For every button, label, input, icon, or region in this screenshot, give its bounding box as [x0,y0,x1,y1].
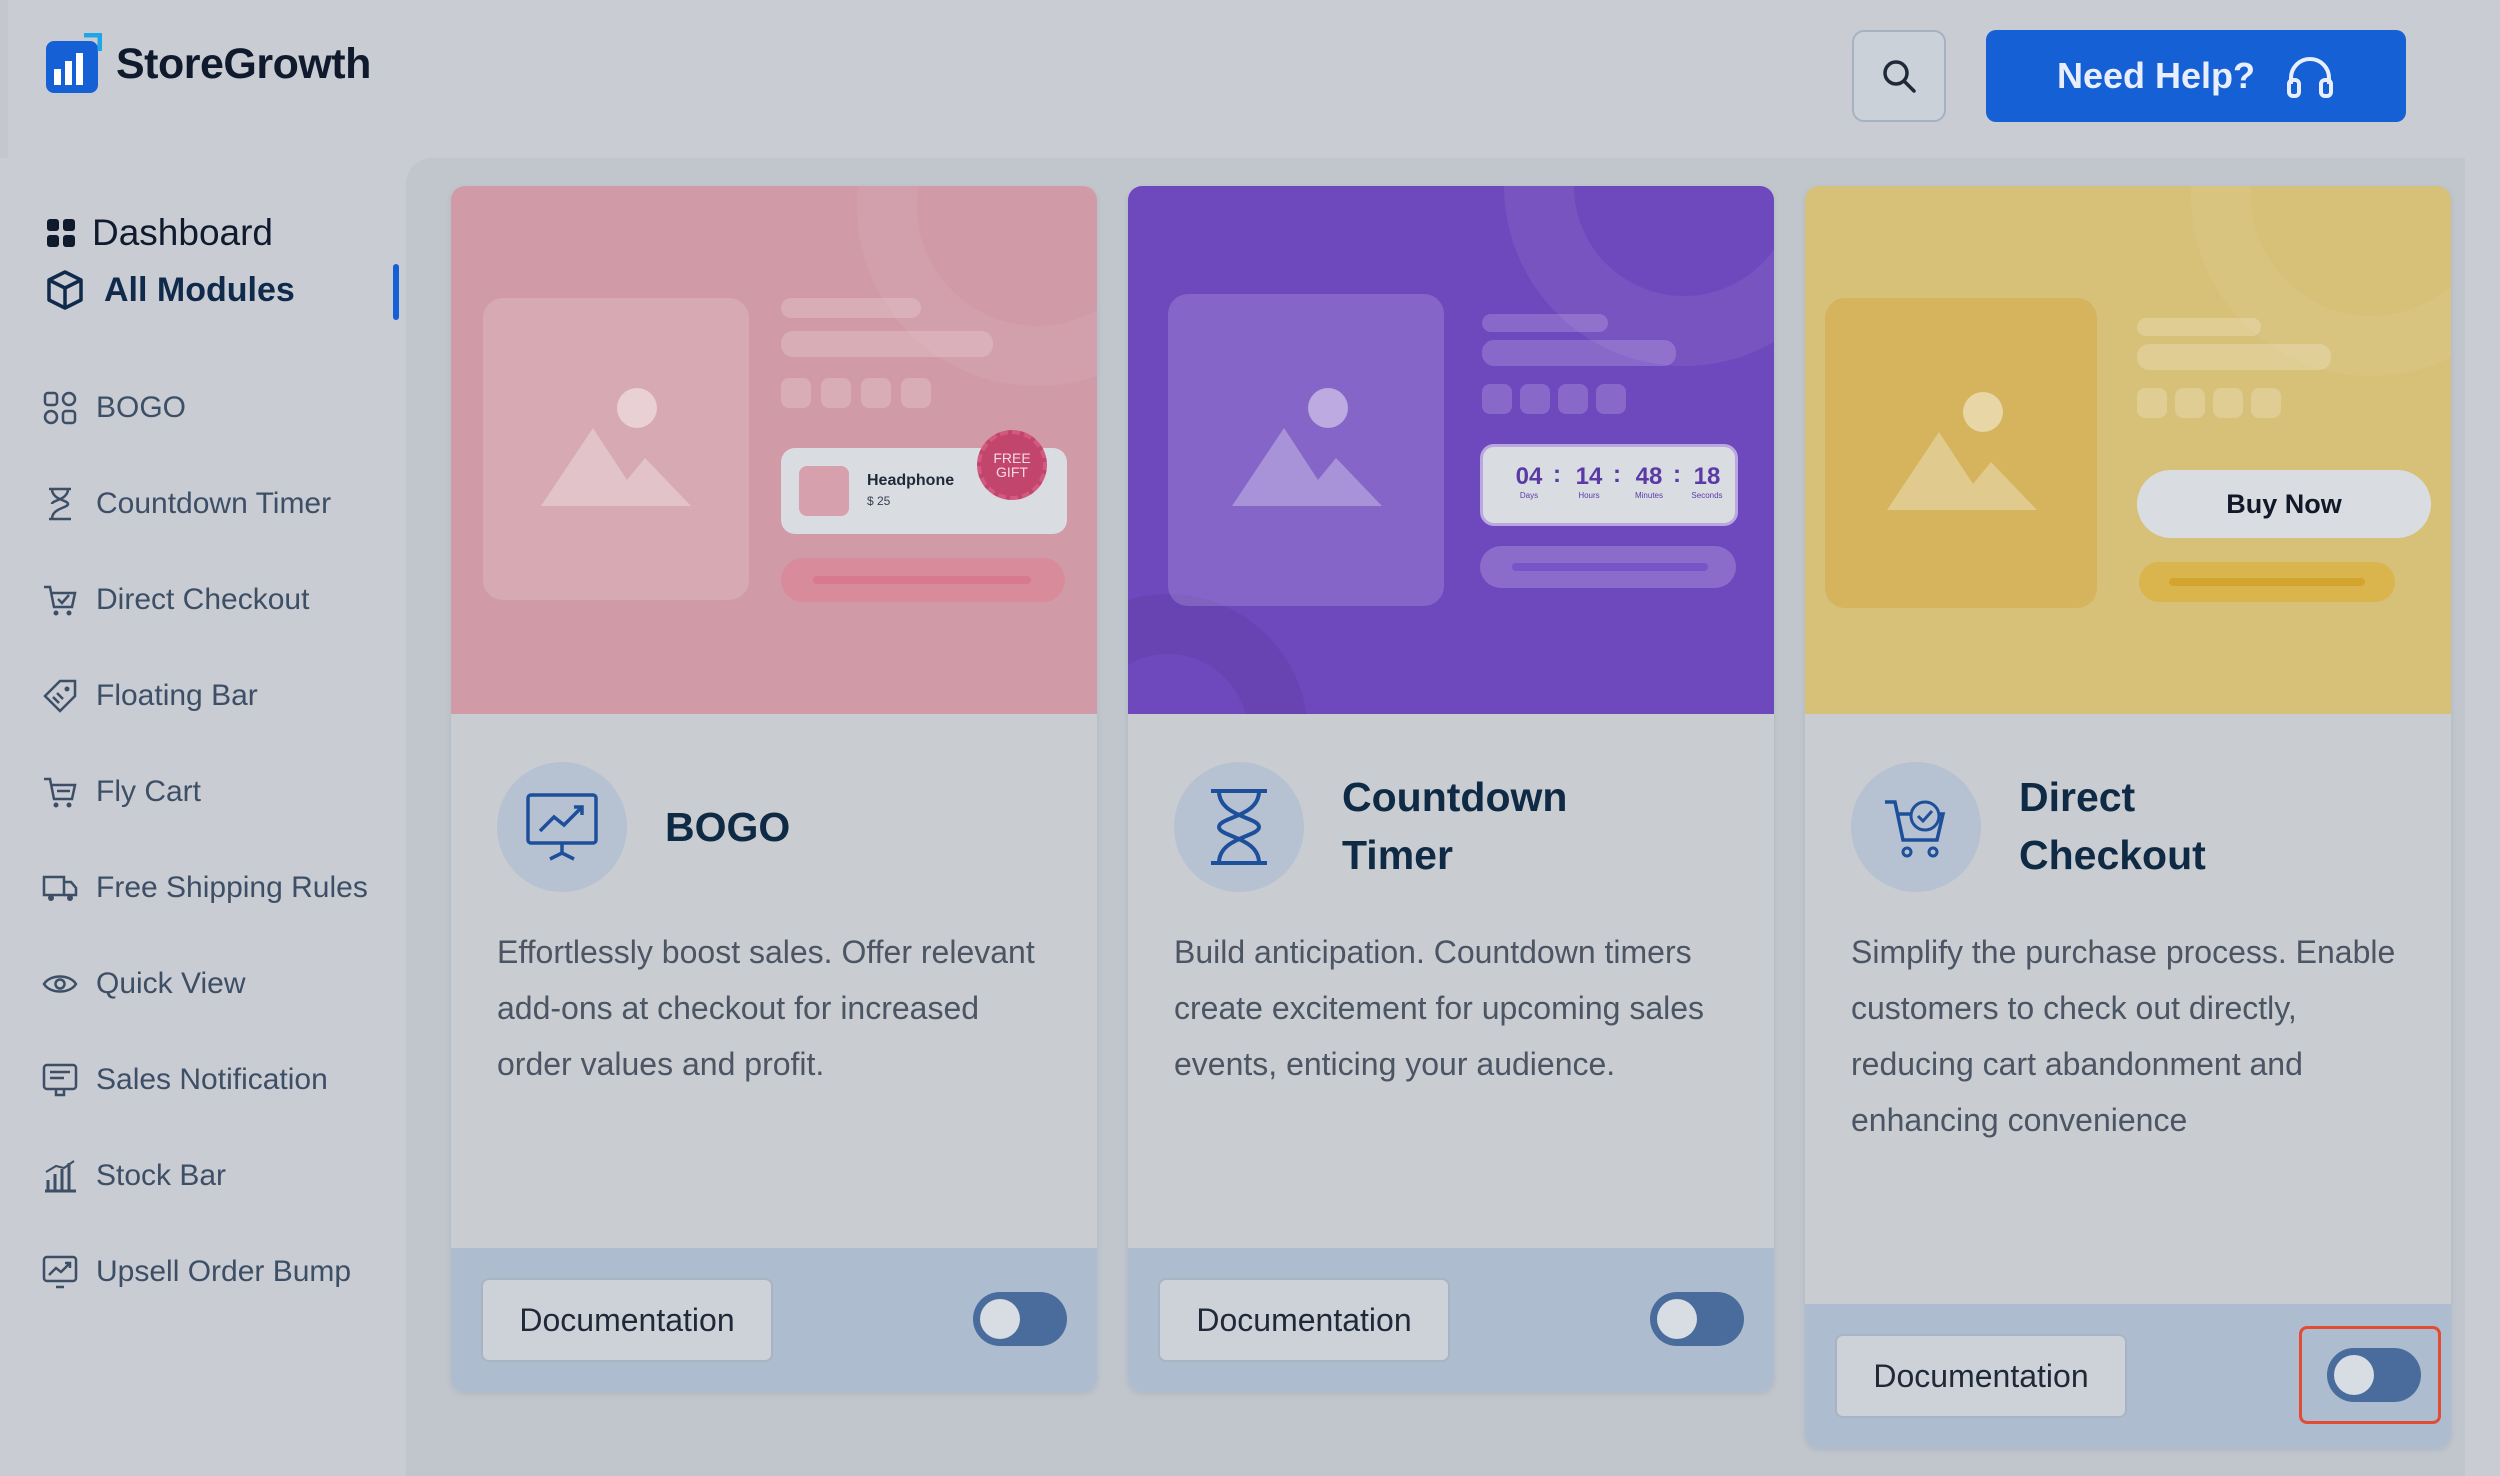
brand-logo[interactable]: StoreGrowth [44,33,371,95]
module-toggle[interactable] [2327,1348,2421,1402]
countdown-hours: 14 Hours [1575,463,1603,500]
hourglass-icon [49,487,71,521]
sidebar-item-label: Fly Cart [96,775,201,808]
sidebar-item-label: Floating Bar [96,679,258,712]
sidebar-item-label: Upsell Order Bump [96,1255,352,1288]
countdown-days: 04 Days [1515,463,1543,500]
image-placeholder [1825,298,2097,608]
documentation-button[interactable]: Documentation [481,1278,773,1362]
nav-all-modules-label: All Modules [104,270,295,309]
documentation-button[interactable]: Documentation [1835,1334,2127,1418]
sidebar-item-stock-bar[interactable]: Stock Bar [42,1158,226,1194]
tag-icon [43,679,77,713]
cube-icon [47,270,83,310]
sidebar-item-label: Free Shipping Rules [96,871,368,904]
module-card-direct-checkout: Buy Now Direct Checkout Simplify the pur… [1805,186,2451,1448]
card-body: Countdown Timer Build anticipation. Coun… [1128,714,1774,1392]
cart-check-icon [1885,800,1946,858]
card-title: Direct Checkout [2019,774,2206,878]
need-help-button[interactable]: Need Help? [1986,30,2406,122]
sidebar-item-label: Sales Notification [96,1063,328,1096]
sidebar-item-countdown-timer[interactable]: Countdown Timer [42,486,331,522]
card-description: Build anticipation. Countdown timers cre… [1174,934,1705,1082]
image-placeholder [483,298,749,600]
sidebar-item-floating-bar[interactable]: Floating Bar [42,678,258,714]
active-indicator [393,264,399,320]
sidebar-item-free-shipping-rules[interactable]: Free Shipping Rules [42,870,368,906]
brand-name: StoreGrowth [116,39,371,88]
search-icon [1883,60,1916,93]
buy-now-button-illustration: Buy Now [2137,470,2431,538]
sidebar-item-quick-view[interactable]: Quick View [42,966,246,1002]
separator: : [1553,461,1561,488]
cart-check-icon [44,585,77,616]
card-body: BOGO Effortlessly boost sales. Offer rel… [451,714,1097,1392]
sidebar-item-direct-checkout[interactable]: Direct Checkout [42,582,309,618]
checkout-hero-illustration: Buy Now [1805,186,2451,714]
cart-icon [44,777,77,808]
nav-all-modules[interactable]: All Modules [46,270,295,310]
trend-icon [42,1255,78,1289]
separator: : [1613,461,1621,488]
nav-dashboard[interactable]: Dashboard [46,212,273,254]
sidebar-item-label: Countdown Timer [96,487,332,520]
toggle-knob [980,1299,1020,1339]
search-button[interactable] [1852,30,1946,122]
product-thumb [799,466,849,516]
separator: : [1673,461,1681,488]
dashboard-icon [47,219,75,247]
card-footer: Documentation [1805,1304,2451,1448]
image-placeholder [1168,294,1444,606]
countdown-seconds: 18 Seconds [1691,463,1723,500]
module-toggle[interactable] [973,1292,1067,1346]
need-help-label: Need Help? [2056,55,2256,96]
toggle-knob [2334,1355,2374,1395]
sidebar-item-fly-cart[interactable]: Fly Cart [42,774,201,810]
storegrowth-logo-icon [46,33,102,93]
toggle-knob [1657,1299,1697,1339]
bar-chart-icon [45,1160,76,1193]
hourglass-icon [1211,789,1267,865]
sidebar: Dashboard All Modules BOGO Countdown Tim… [0,158,405,1476]
sidebar-item-label: Quick View [96,967,246,1000]
card-icon-badge [497,762,627,892]
image-icon [541,388,691,506]
card-description: Simplify the purchase process. Enable cu… [1851,934,2396,1138]
module-card-bogo: Headphone $ 25 FREE GIFT BOGO Effortless… [451,186,1097,1392]
bogo-icon [43,391,77,425]
image-icon [1887,392,2037,510]
notification-icon [42,1063,78,1097]
card-icon-badge [1174,762,1304,892]
sidebar-item-label: Stock Bar [96,1159,227,1192]
sidebar-item-upsell-order-bump[interactable]: Upsell Order Bump [42,1254,351,1290]
module-card-countdown-timer: 04 Days : 14 Hours : 48 Minutes : 18 Seconds… [1128,186,1774,1392]
countdown-minutes: 48 Minutes [1634,463,1663,500]
sidebar-item-sales-notification[interactable]: Sales Notification [42,1062,328,1098]
card-footer: Documentation [1128,1248,1774,1392]
image-icon [1232,388,1382,506]
truck-icon [42,875,78,901]
presentation-chart-icon [526,793,598,861]
card-footer: Documentation [451,1248,1097,1392]
product-price: $ 25 [867,494,891,508]
free-gift-badge: FREE GIFT [977,430,1047,500]
module-toggle[interactable] [1650,1292,1744,1346]
countdown-widget: 04 Days : 14 Hours : 48 Minutes : 18 Seconds [1480,444,1738,526]
nav-dashboard-label: Dashboard [92,212,274,253]
product-name: Headphone [867,472,955,489]
card-title: BOGO [665,804,791,850]
countdown-hero-illustration: 04 Days : 14 Hours : 48 Minutes : 18 Seconds [1128,186,1774,714]
bogo-hero-illustration: Headphone $ 25 FREE GIFT [451,186,1097,714]
card-body: Direct Checkout Simplify the purchase pr… [1805,714,2451,1448]
sidebar-item-label: Direct Checkout [96,583,310,616]
sidebar-item-bogo[interactable]: BOGO [42,390,186,426]
card-icon-badge [1851,762,1981,892]
headphones-icon [2287,57,2334,98]
top-header: StoreGrowth Need Help? [0,0,2500,158]
documentation-button[interactable]: Documentation [1158,1278,1450,1362]
eye-icon [42,975,78,993]
sidebar-item-label: BOGO [96,391,187,424]
card-description: Effortlessly boost sales. Offer relevant… [497,934,1035,1082]
card-title: Countdown Timer [1342,774,1568,878]
